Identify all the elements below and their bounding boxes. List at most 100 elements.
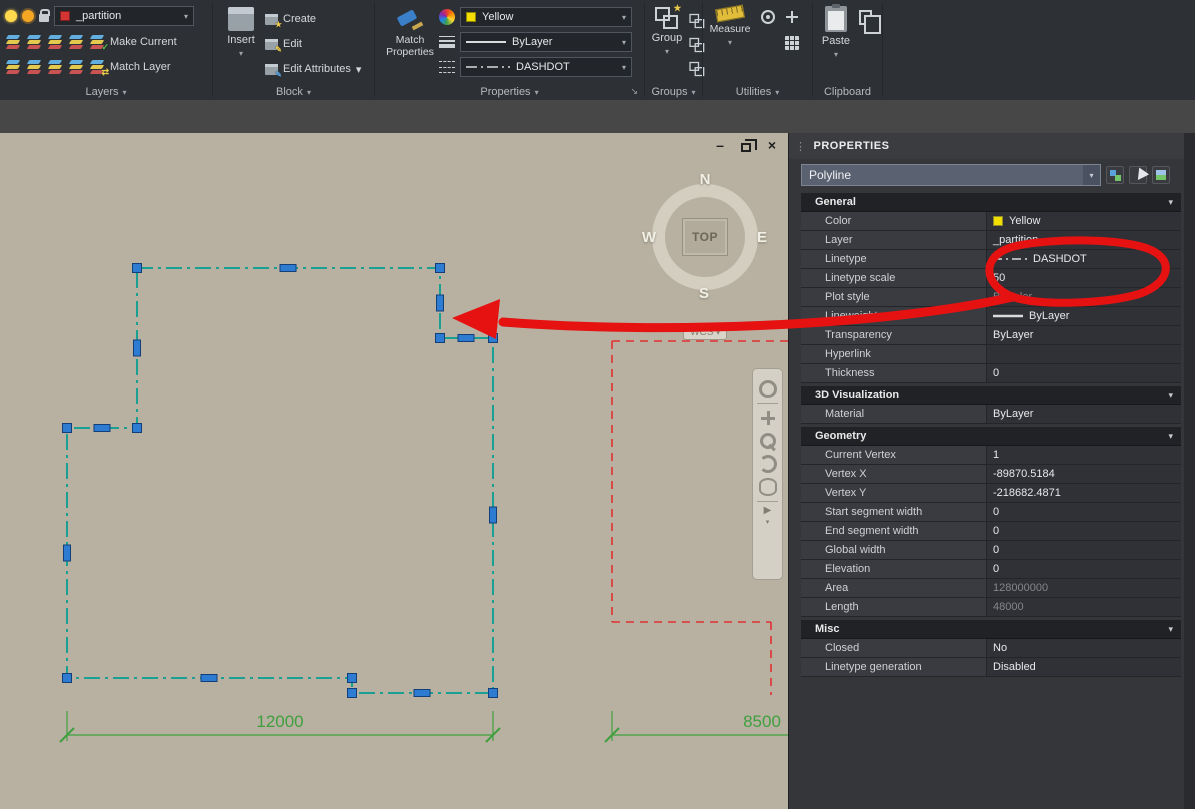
- compass-west[interactable]: W: [637, 229, 661, 246]
- property-value[interactable]: 128000000: [986, 579, 1181, 597]
- grip-midpoint[interactable]: [63, 544, 71, 562]
- layer-tool-icon[interactable]: [26, 35, 42, 49]
- grip[interactable]: [347, 673, 357, 683]
- property-row[interactable]: Area 128000000: [801, 579, 1181, 598]
- layer-combo[interactable]: _partition ▾: [54, 6, 194, 26]
- property-row[interactable]: Transparency ByLayer: [801, 326, 1181, 345]
- selected-polyline[interactable]: [66, 267, 494, 694]
- property-row[interactable]: Hyperlink: [801, 345, 1181, 364]
- property-value[interactable]: 48000: [986, 598, 1181, 616]
- wcs-selector[interactable]: WCS ▾: [683, 325, 727, 340]
- property-row[interactable]: Linetype DASHDOT: [801, 250, 1181, 269]
- layer-lock-icon[interactable]: [39, 9, 50, 22]
- dimension-8500[interactable]: 8500: [604, 711, 788, 743]
- orbit-icon[interactable]: [758, 455, 777, 473]
- section-header-3d-visualization[interactable]: 3D Visualization ▾: [801, 386, 1181, 405]
- grip-midpoint[interactable]: [457, 334, 475, 342]
- property-value[interactable]: 50: [986, 269, 1181, 287]
- grip-midpoint[interactable]: [436, 294, 444, 312]
- group-button[interactable]: ★ Group ▾: [648, 3, 686, 56]
- property-value[interactable]: _partition: [986, 231, 1181, 249]
- quick-select-button[interactable]: [1152, 166, 1170, 184]
- quick-calculator-icon[interactable]: [785, 36, 799, 50]
- drawing-canvas[interactable]: – × 12000 8500 N W E S TOP WCS ▾ ▶ ▾: [0, 133, 788, 809]
- layer-tool-icon[interactable]: [47, 35, 63, 49]
- property-value[interactable]: No: [986, 639, 1181, 657]
- compass-north[interactable]: N: [693, 171, 717, 188]
- layer-tool-icon[interactable]: [5, 60, 21, 74]
- property-row[interactable]: Layer _partition: [801, 231, 1181, 250]
- property-value[interactable]: -89870.5184: [986, 465, 1181, 483]
- compass-top-face[interactable]: TOP: [682, 218, 728, 256]
- chevron-down-icon[interactable]: ▾: [1083, 165, 1100, 185]
- grip[interactable]: [62, 423, 72, 433]
- panel-label-utilities[interactable]: Utilities ▾: [703, 86, 812, 98]
- layer-tool-icon[interactable]: [68, 60, 84, 74]
- property-row[interactable]: Thickness 0: [801, 364, 1181, 383]
- panel-label-properties[interactable]: Properties ▾: [375, 86, 644, 98]
- panel-label-groups[interactable]: Groups ▾: [645, 86, 702, 98]
- match-layer-button[interactable]: ⇄ Match Layer: [89, 60, 171, 77]
- chevron-down-icon[interactable]: ▾: [618, 63, 626, 72]
- property-value[interactable]: 0: [986, 364, 1181, 382]
- property-value[interactable]: -218682.4871: [986, 484, 1181, 502]
- grip-midpoint[interactable]: [93, 424, 111, 432]
- layer-on-icon[interactable]: [5, 10, 17, 22]
- grip[interactable]: [62, 673, 72, 683]
- dimension-12000[interactable]: 12000: [59, 711, 501, 743]
- lineweight-combo[interactable]: ByLayer ▾: [460, 32, 632, 52]
- point-style-icon[interactable]: [785, 10, 799, 24]
- panel-label-layers[interactable]: Layers ▾: [0, 86, 212, 98]
- insert-button[interactable]: Insert ▾: [221, 7, 261, 58]
- layer-freeze-icon[interactable]: [22, 10, 34, 22]
- property-row[interactable]: Lineweight ByLayer: [801, 307, 1181, 326]
- nav-wheel-icon[interactable]: [758, 380, 777, 398]
- property-value[interactable]: 0: [986, 503, 1181, 521]
- property-value[interactable]: ByColor: [986, 288, 1181, 306]
- chevron-down-icon[interactable]: ▾: [180, 12, 188, 21]
- layer-tool-icon[interactable]: [5, 35, 21, 49]
- property-value[interactable]: [986, 345, 1181, 363]
- copy-clip-icon[interactable]: [859, 10, 881, 34]
- id-point-icon[interactable]: [761, 10, 775, 24]
- grip[interactable]: [132, 263, 142, 273]
- match-properties-button[interactable]: Match Properties: [382, 7, 438, 58]
- property-value[interactable]: ByLayer: [986, 405, 1181, 423]
- grip[interactable]: [132, 423, 142, 433]
- grip[interactable]: [347, 688, 357, 698]
- layer-tool-icon[interactable]: [68, 35, 84, 49]
- property-row[interactable]: Elevation 0: [801, 560, 1181, 579]
- grip[interactable]: [435, 333, 445, 343]
- panel-label-block[interactable]: Block ▾: [213, 86, 374, 98]
- property-row[interactable]: End segment width 0: [801, 522, 1181, 541]
- grip-midpoint[interactable]: [489, 506, 497, 524]
- paste-button[interactable]: Paste ▾: [818, 4, 854, 59]
- section-header-geometry[interactable]: Geometry ▾: [801, 427, 1181, 446]
- property-row[interactable]: Color Yellow: [801, 212, 1181, 231]
- property-row[interactable]: Linetype scale 50: [801, 269, 1181, 288]
- property-row[interactable]: Global width 0: [801, 541, 1181, 560]
- pan-icon[interactable]: [759, 409, 777, 427]
- property-value[interactable]: Disabled: [986, 658, 1181, 676]
- showmotion-icon[interactable]: ▶: [753, 505, 782, 517]
- select-objects-button[interactable]: [1129, 166, 1147, 184]
- linetype-combo[interactable]: DASHDOT ▾: [460, 57, 632, 77]
- grip-midpoint[interactable]: [133, 339, 141, 357]
- section-header-general[interactable]: General ▾: [801, 193, 1181, 212]
- layer-tool-icon[interactable]: [26, 60, 42, 74]
- layer-tool-icon[interactable]: [47, 60, 63, 74]
- grip-dots-icon[interactable]: ⋮: [795, 140, 807, 153]
- property-row[interactable]: Material ByLayer: [801, 405, 1181, 424]
- object-type-combo[interactable]: Polyline ▾: [801, 164, 1101, 186]
- measure-button[interactable]: Measure ▾: [707, 4, 753, 47]
- compass-east[interactable]: E: [750, 229, 774, 246]
- palette-scrollbar[interactable]: [1184, 133, 1195, 809]
- property-value[interactable]: 0: [986, 560, 1181, 578]
- grip[interactable]: [435, 263, 445, 273]
- make-current-button[interactable]: ✓ Make Current: [89, 35, 177, 52]
- property-row[interactable]: Linetype generation Disabled: [801, 658, 1181, 677]
- property-value[interactable]: 1: [986, 446, 1181, 464]
- property-value[interactable]: 0: [986, 541, 1181, 559]
- edit-attributes-button[interactable]: ✎ Edit Attributes ▾: [265, 63, 361, 79]
- section-header-misc[interactable]: Misc ▾: [801, 620, 1181, 639]
